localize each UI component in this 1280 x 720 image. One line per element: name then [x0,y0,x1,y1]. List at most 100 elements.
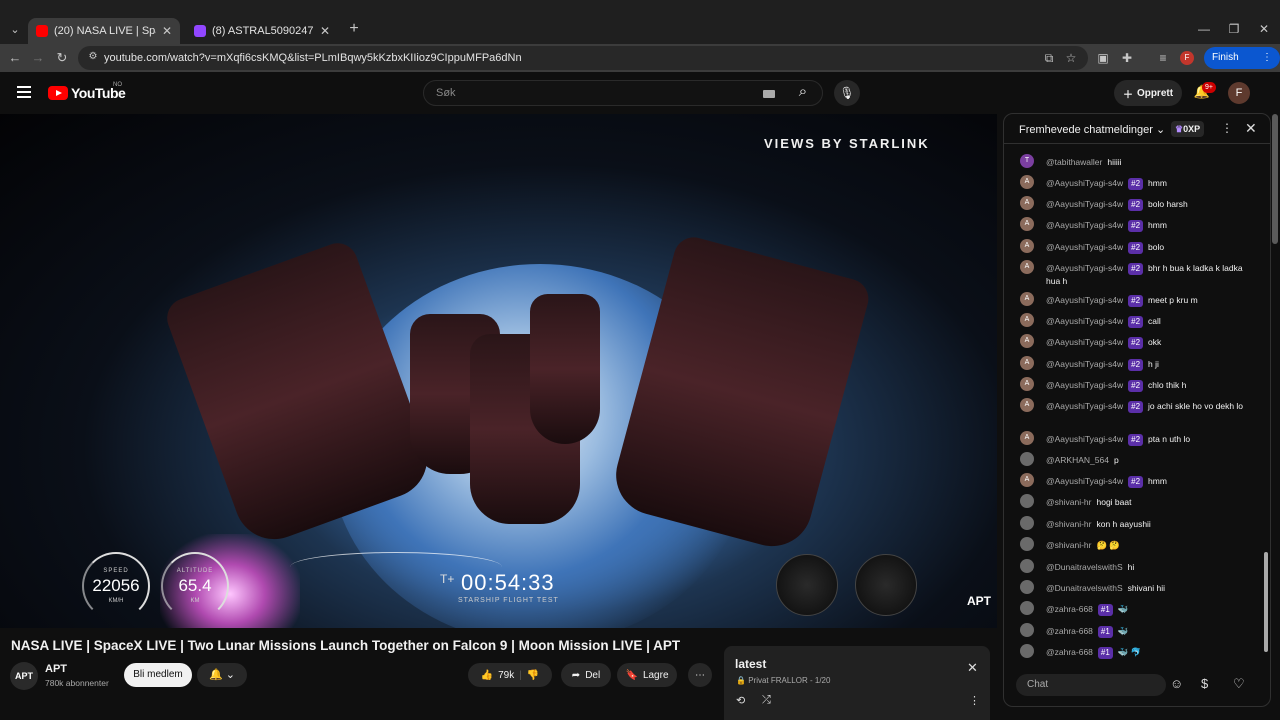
site-info-icon[interactable]: ⚙ [86,51,100,65]
close-playlist-icon[interactable]: ✕ [967,660,978,676]
address-bar[interactable]: ⚙ youtube.com/watch?v=mXqfi6csKMQ&list=P… [78,46,1088,70]
chat-author[interactable]: @AayushiTyagi-s4w [1046,178,1123,188]
search-bar[interactable]: Søk [423,80,823,106]
emoji-icon[interactable]: ☺ [1170,676,1183,691]
share-button[interactable]: ➦ Del [561,663,611,687]
chat-author[interactable]: @DunaitravelswithS [1046,583,1123,593]
chat-avatar[interactable] [1020,623,1034,637]
install-app-icon[interactable]: ⧉ [1040,49,1058,67]
collections-icon[interactable]: ▣ [1094,49,1112,67]
chat-avatar[interactable]: A [1020,217,1034,231]
chat-avatar[interactable]: A [1020,473,1034,487]
tab-close-icon[interactable]: ✕ [320,24,330,38]
video-player[interactable]: VIEWS BY STARLINK SPEED 22056 KM/H ALTIT… [0,114,997,628]
chat-avatar[interactable]: A [1020,377,1034,391]
more-actions-button[interactable]: ⋯ [688,663,712,687]
chat-avatar[interactable]: A [1020,196,1034,210]
tab-search-button[interactable]: ⌄ [6,21,24,39]
chat-mode-dropdown[interactable]: Fremhevede chatmeldinger ⌄ [1019,123,1165,136]
maximize-icon[interactable]: ❐ [1219,18,1249,40]
browser-tab-youtube[interactable]: (20) NASA LIVE | SpaceX LIVE ✕ [28,18,180,44]
chat-author[interactable]: @AayushiTyagi-s4w [1046,359,1123,369]
chat-message-list[interactable]: T @tabithawaller hiiiii A @AayushiTyagi-s4w #… [1004,144,1262,666]
chat-avatar[interactable] [1020,644,1034,658]
chat-avatar[interactable]: A [1020,313,1034,327]
chat-input[interactable]: Chat [1016,674,1166,696]
join-button[interactable]: Bli medlem [124,663,192,687]
youtube-logo[interactable]: YouTube NO [48,82,126,101]
search-icon[interactable]: ⌕ [783,80,823,104]
chat-author[interactable]: @shivani-hr [1046,497,1091,507]
chat-menu-icon[interactable]: ⋮ [1221,121,1233,135]
new-tab-button[interactable]: + [345,20,363,38]
thumbs-down-icon[interactable]: 👎 [527,670,539,681]
forward-icon[interactable]: → [28,48,48,68]
loop-icon[interactable]: ⟲ [736,694,745,707]
chat-author[interactable]: @AayushiTyagi-s4w [1046,295,1123,305]
chat-author[interactable]: @AayushiTyagi-s4w [1046,263,1123,273]
minimize-icon[interactable]: — [1189,18,1219,40]
chat-author[interactable]: @AayushiTyagi-s4w [1046,434,1123,444]
extensions-icon[interactable]: ✚ [1118,49,1136,67]
channel-avatar[interactable]: APT [10,662,38,690]
chat-author[interactable]: @zahra-668 [1046,626,1093,636]
chat-scrollbar[interactable] [1264,552,1268,652]
chat-avatar[interactable]: A [1020,239,1034,253]
chat-avatar[interactable] [1020,559,1034,573]
playlist-title[interactable]: latest [735,657,766,671]
media-controls-icon[interactable]: ≡ [1154,49,1172,67]
chat-avatar[interactable] [1020,516,1034,530]
chat-avatar[interactable]: A [1020,431,1034,445]
chat-avatar[interactable]: A [1020,356,1034,370]
chat-avatar[interactable]: A [1020,334,1034,348]
back-icon[interactable]: ← [5,48,25,68]
shuffle-icon[interactable]: ⤮ [762,694,771,707]
chat-avatar[interactable]: A [1020,260,1034,274]
profile-avatar[interactable]: F [1180,51,1194,65]
playlist-menu-icon[interactable]: ⋮ [969,694,980,707]
bookmark-star-icon[interactable]: ☆ [1062,49,1080,67]
menu-icon[interactable] [17,86,31,98]
chat-author[interactable]: @DunaitravelswithS [1046,562,1123,572]
chat-author[interactable]: @AayushiTyagi-s4w [1046,242,1123,252]
keyboard-icon[interactable] [763,90,775,98]
chat-avatar[interactable]: A [1020,175,1034,189]
chat-avatar[interactable] [1020,601,1034,615]
chat-author[interactable]: @zahra-668 [1046,604,1093,614]
chat-author[interactable]: @shivani-hr [1046,519,1091,529]
super-chat-icon[interactable]: $ [1201,676,1208,691]
chat-avatar[interactable] [1020,494,1034,508]
close-window-icon[interactable]: ✕ [1249,18,1279,40]
like-button[interactable]: 👍 79k | 👎 [468,663,552,687]
chat-author[interactable]: @ARKHAN_564 [1046,455,1109,465]
chat-author[interactable]: @AayushiTyagi-s4w [1046,337,1123,347]
chat-author[interactable]: @zahra-668 [1046,647,1093,657]
chat-avatar[interactable] [1020,452,1034,466]
chat-avatar[interactable]: A [1020,292,1034,306]
chat-author[interactable]: @AayushiTyagi-s4w [1046,199,1123,209]
microphone-icon[interactable]: 🎙 [834,80,860,106]
chat-avatar[interactable] [1020,580,1034,594]
chat-author[interactable]: @AayushiTyagi-s4w [1046,476,1123,486]
save-button[interactable]: 🔖 Lagre [617,663,677,687]
account-avatar[interactable]: F [1228,82,1250,104]
reload-icon[interactable]: ↻ [52,48,72,68]
heart-icon[interactable]: ♡ [1233,676,1245,692]
chat-author[interactable]: @shivani-hr [1046,540,1091,550]
subscription-bell-button[interactable]: 🔔 ⌄ [197,663,247,687]
chat-author[interactable]: @AayushiTyagi-s4w [1046,316,1123,326]
chat-author[interactable]: @AayushiTyagi-s4w [1046,401,1123,411]
tab-close-icon[interactable]: ✕ [162,24,172,38]
chat-author[interactable]: @AayushiTyagi-s4w [1046,380,1123,390]
chat-author[interactable]: @AayushiTyagi-s4w [1046,220,1123,230]
browser-tab-twitch[interactable]: (8) ASTRAL5090247 - Twitch ✕ [186,18,338,44]
chat-avatar[interactable]: A [1020,398,1034,412]
chat-avatar[interactable] [1020,537,1034,551]
finish-update-button[interactable]: Finish update ⋮ [1204,47,1280,85]
page-scrollbar[interactable] [1272,114,1278,244]
chat-avatar[interactable]: T [1020,154,1034,168]
channel-name[interactable]: APT [45,663,67,675]
close-chat-icon[interactable]: ✕ [1245,120,1257,137]
xp-badge[interactable]: ♛0XP [1171,121,1205,137]
chat-author[interactable]: @tabithawaller [1046,157,1102,167]
